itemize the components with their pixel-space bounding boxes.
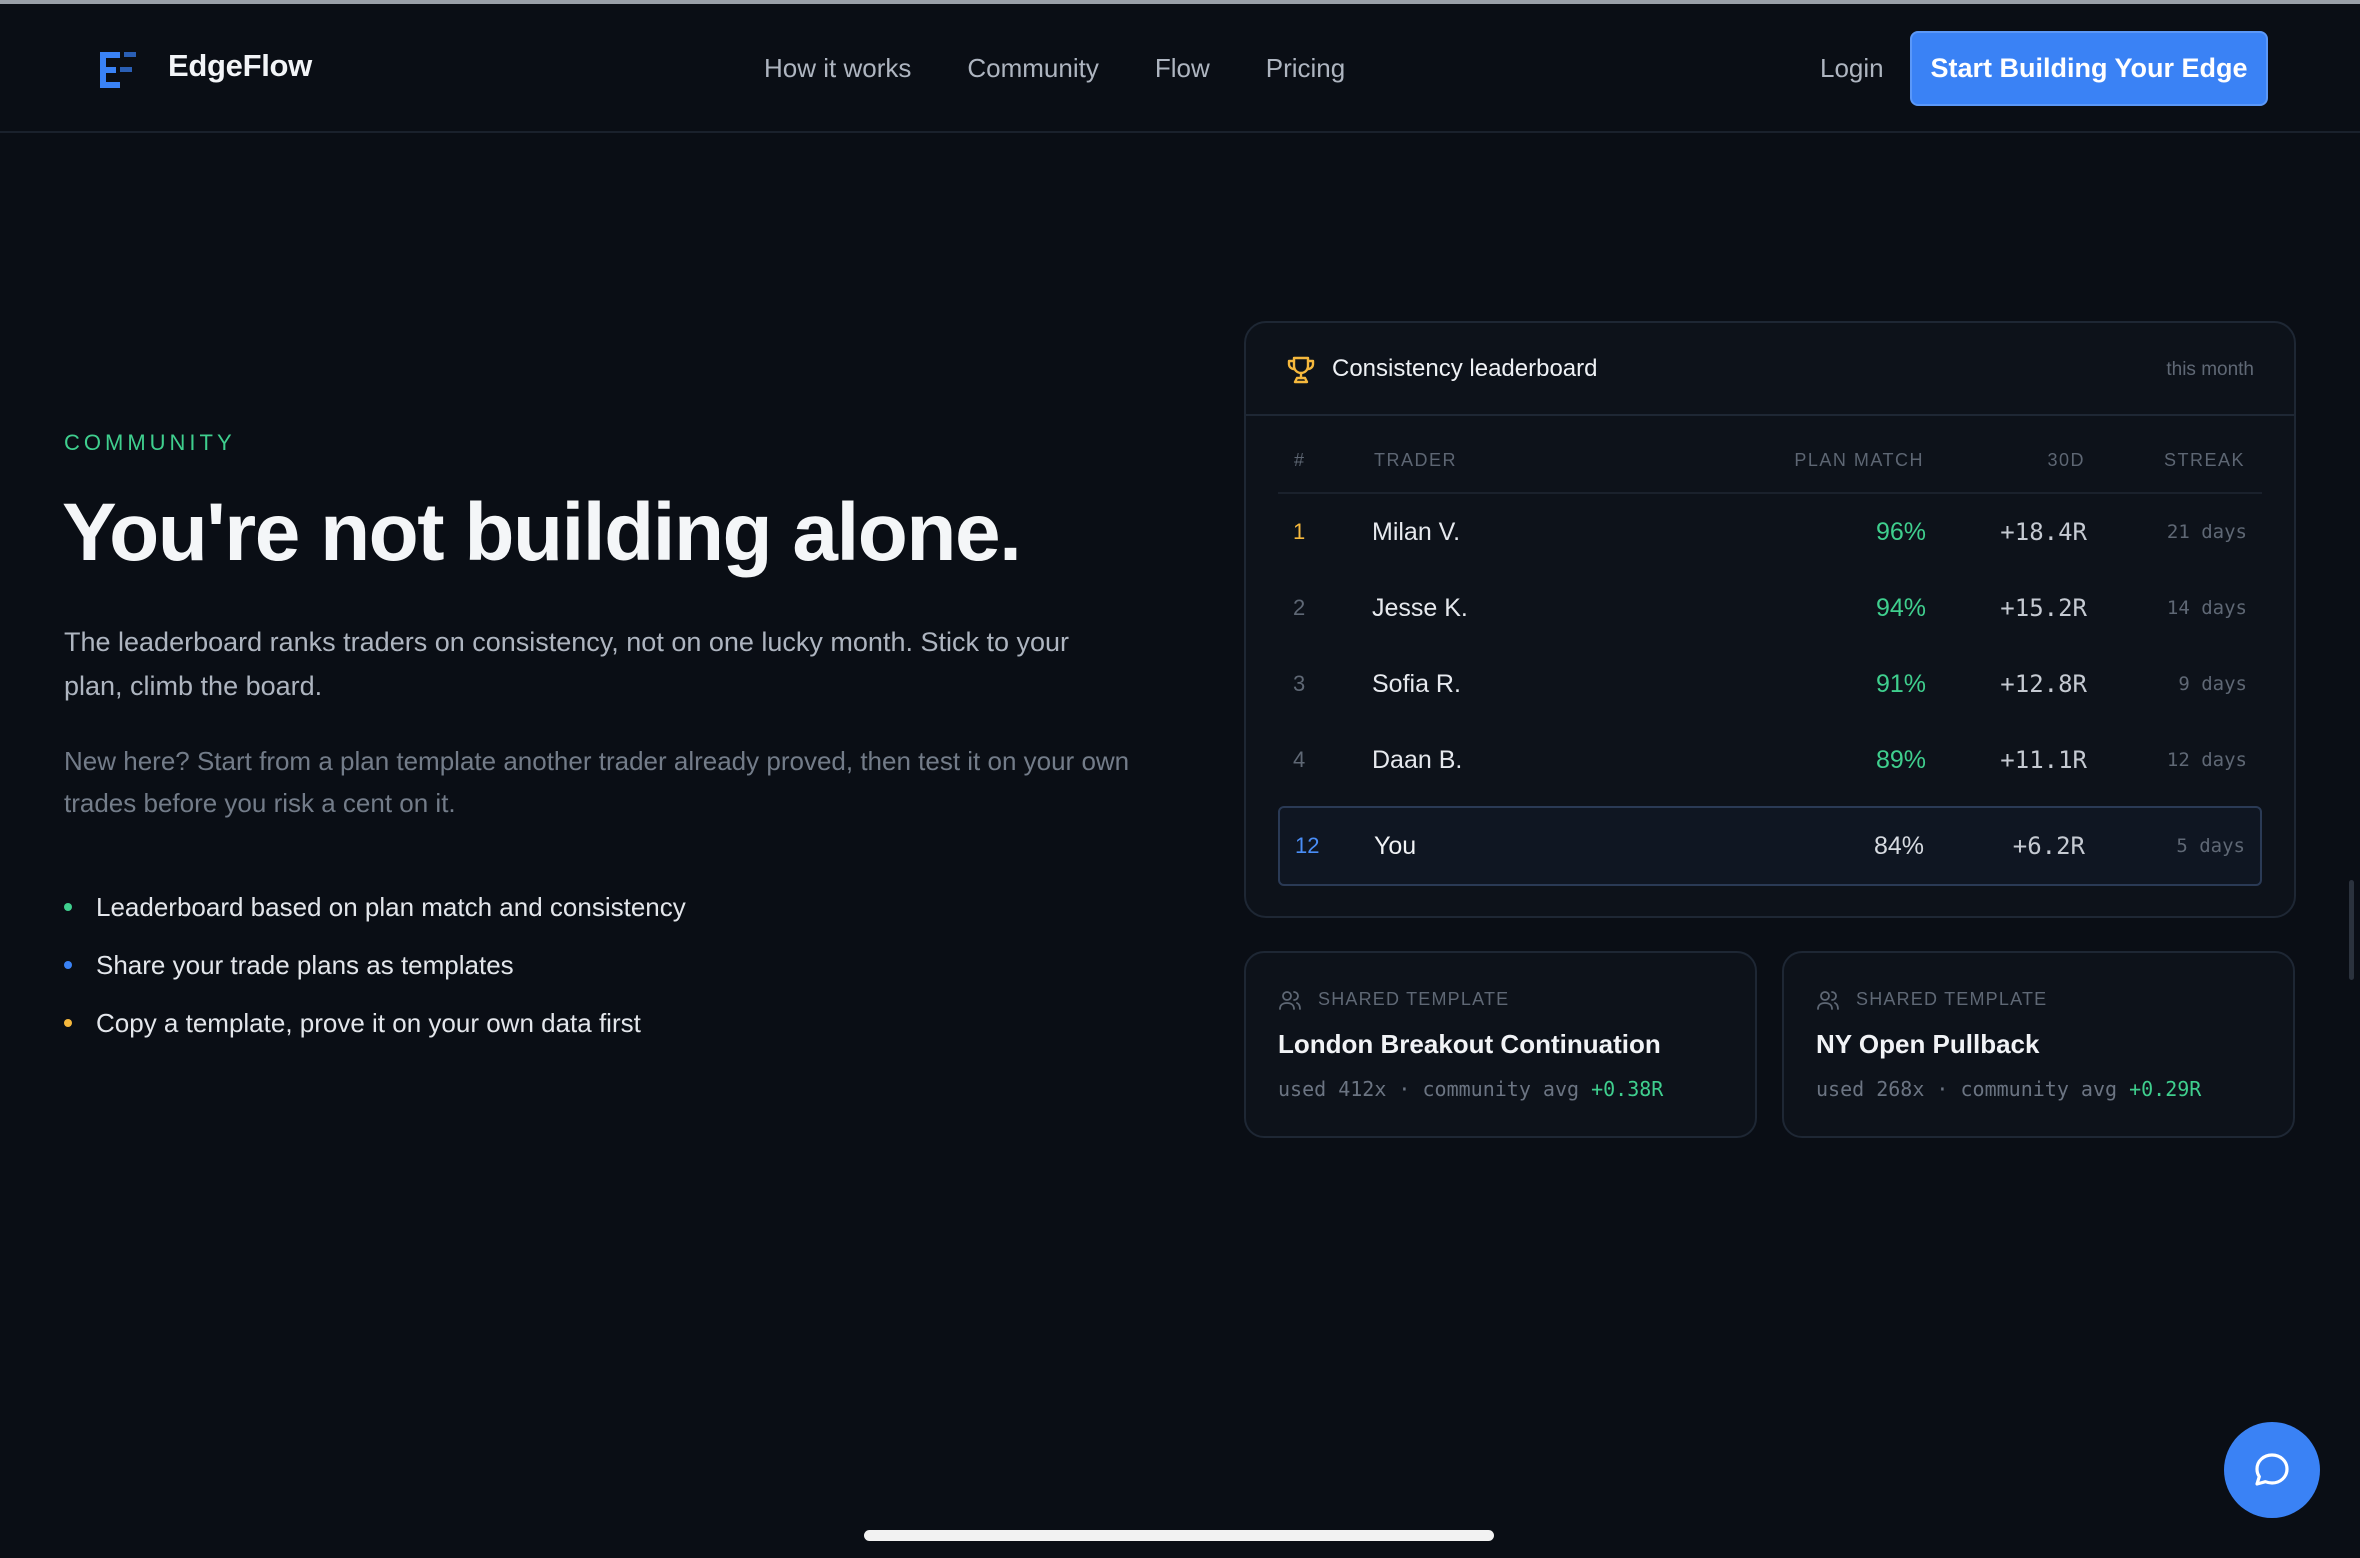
row-rank: 1 [1293,519,1306,544]
nav-link-community[interactable]: Community [967,53,1098,84]
row-trader: Milan V. [1372,517,1461,546]
row-rank: 3 [1293,671,1306,696]
column-header-streak: STREAK [2163,450,2245,470]
feature-text: Copy a template, prove it on your own da… [96,1007,641,1038]
section-subtext: New here? Start from a plan template ano… [64,746,1130,818]
feature-item: Share your trade plans as templates [64,936,686,994]
row-trader: You [1374,831,1417,860]
row-trader: Jesse K. [1372,593,1468,622]
feature-list: Leaderboard based on plan match and cons… [64,878,686,1052]
trophy-icon [1287,356,1315,384]
feature-item: Copy a template, prove it on your own da… [64,994,686,1052]
template-usage: used 412x · community avg [1278,1077,1592,1101]
leaderboard-row[interactable]: 3 Sofia R. 91% +12.8R 9 days [1278,646,2262,722]
row-30d: +11.1R [2000,746,2087,774]
leaderboard-row[interactable]: 2 Jesse K. 94% +15.2R 14 days [1278,570,2262,646]
row-streak: 9 days [2178,673,2247,695]
row-30d: +12.8R [2000,670,2087,698]
bullet-dot [64,961,72,969]
row-rank: 12 [1295,833,1320,858]
chat-button[interactable] [2224,1422,2320,1518]
top-navigation: EdgeFlow How it works Community Flow Pri… [0,4,2360,133]
row-streak: 14 days [2166,597,2247,619]
row-rank: 2 [1293,595,1306,620]
brand-name[interactable]: EdgeFlow [168,48,312,84]
users-icon [1817,991,1839,1010]
template-meta: used 268x · community avg +0.29R [1816,1077,2201,1101]
column-header-30d: 30D [2047,450,2085,470]
shared-template-card[interactable]: SHARED TEMPLATE London Breakout Continua… [1244,951,1757,1138]
column-header-trader: TRADER [1374,450,1458,470]
leaderboard-row[interactable]: 1 Milan V. 96% +18.4R 21 days [1278,494,2262,570]
template-title: London Breakout Continuation [1278,1029,1661,1059]
row-plan-match: 96% [1875,517,1926,546]
row-30d: +18.4R [2000,518,2087,546]
feature-text: Leaderboard based on plan match and cons… [96,891,686,922]
row-streak: 12 days [2166,749,2247,771]
row-streak: 21 days [2166,521,2247,543]
chat-bubble-icon [2255,1453,2289,1486]
shared-template-card[interactable]: SHARED TEMPLATE NY Open Pullback used 26… [1782,951,2295,1138]
template-usage: used 268x · community avg [1816,1077,2130,1101]
template-meta: used 412x · community avg +0.38R [1278,1077,1663,1101]
column-header-plan-match: PLAN MATCH [1794,450,1924,470]
leaderboard-period[interactable]: this month [2166,359,2254,381]
bullet-dot [64,903,72,911]
leaderboard-row-you[interactable]: 12 You 84% +6.2R 5 days [1278,806,2262,886]
nav-link-how-it-works[interactable]: How it works [764,53,911,84]
nav-link-flow[interactable]: Flow [1155,53,1210,84]
template-avg: +0.38R [1591,1077,1664,1101]
template-eyebrow: SHARED TEMPLATE [1318,989,1510,1009]
column-header-rank: # [1294,450,1306,470]
row-plan-match: 94% [1875,593,1926,622]
login-link[interactable]: Login [1820,53,1884,84]
leaderboard-card: Consistency leaderboard this month # TRA… [1244,321,2296,918]
row-rank: 4 [1293,747,1306,772]
users-icon [1279,991,1301,1010]
row-30d: +15.2R [2000,594,2087,622]
feature-text: Share your trade plans as templates [96,949,514,980]
feature-item: Leaderboard based on plan match and cons… [64,878,686,936]
section-lede: The leaderboard ranks traders on consist… [64,627,1070,701]
nav-link-pricing[interactable]: Pricing [1266,53,1345,84]
template-avg: +0.29R [2129,1077,2202,1101]
home-indicator [864,1530,1494,1541]
leaderboard-header: Consistency leaderboard this month [1246,323,2294,416]
row-trader: Daan B. [1372,745,1463,774]
template-eyebrow: SHARED TEMPLATE [1856,989,2048,1009]
section-headline: You're not building alone. [62,487,1022,578]
leaderboard-row[interactable]: 4 Daan B. 89% +11.1R 12 days [1278,722,2262,798]
leaderboard-title: Consistency leaderboard [1332,355,1598,382]
row-plan-match: 84% [1873,831,1924,860]
start-building-button[interactable]: Start Building Your Edge [1910,31,2268,106]
section-eyebrow: COMMUNITY [64,430,236,455]
scrollbar-thumb[interactable] [2349,880,2354,980]
row-trader: Sofia R. [1372,669,1461,698]
template-title: NY Open Pullback [1816,1029,2040,1059]
row-plan-match: 89% [1875,745,1926,774]
bullet-dot [64,1019,72,1027]
row-30d: +6.2R [2012,832,2085,860]
nav-links: How it works Community Flow Pricing [764,53,1345,84]
edgeflow-logo-icon[interactable] [100,50,136,90]
row-streak: 5 days [2176,835,2245,857]
row-plan-match: 91% [1875,669,1926,698]
